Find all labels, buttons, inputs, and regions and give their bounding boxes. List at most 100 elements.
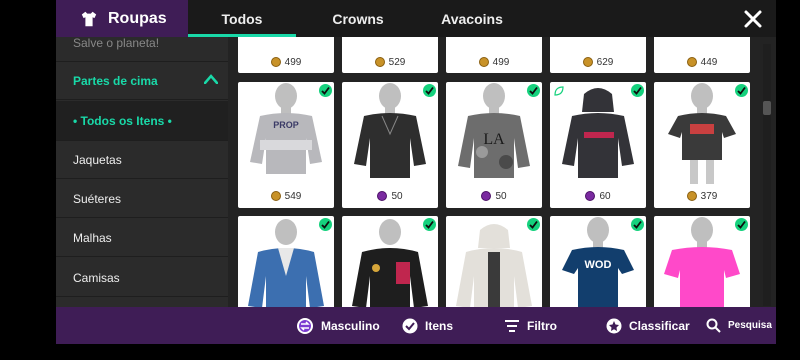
sort-button[interactable]: Classificar xyxy=(606,307,690,344)
item-card[interactable] xyxy=(342,216,438,307)
pesquisa-label: Pesquisa xyxy=(728,320,772,331)
category-header: Roupas xyxy=(56,0,188,37)
item-card[interactable]: 629 xyxy=(550,37,646,73)
sidebar-item-camisas[interactable]: Camisas xyxy=(56,259,228,297)
sidebar-item-label: Malhas xyxy=(73,230,112,245)
tab-avacoins[interactable]: Avacoins xyxy=(418,0,526,37)
sidebar-item-label: Salve o planeta! xyxy=(73,37,160,50)
item-card[interactable]: 499 xyxy=(446,37,542,73)
price-tag: 499 xyxy=(446,54,542,70)
owned-items-button[interactable]: Itens xyxy=(402,307,453,344)
crown-currency-icon xyxy=(481,191,492,201)
owned-check-icon xyxy=(631,218,644,231)
price-tag: 50 xyxy=(342,188,438,204)
price-value: 449 xyxy=(700,56,718,68)
price-tag: 499 xyxy=(238,54,334,70)
price-tag: 379 xyxy=(654,188,750,204)
category-title: Roupas xyxy=(108,9,167,27)
tab-crowns[interactable]: Crowns xyxy=(304,0,412,37)
item-card[interactable] xyxy=(446,216,542,307)
shirt-preview xyxy=(668,83,736,184)
shirt-preview: PROP xyxy=(250,83,322,174)
filter-button[interactable]: Filtro xyxy=(504,307,557,344)
itens-label: Itens xyxy=(425,318,454,333)
tab-todos[interactable]: Todos xyxy=(188,0,296,37)
price-tag: 549 xyxy=(238,188,334,204)
avacoin-icon xyxy=(270,57,281,67)
shirt-preview xyxy=(562,88,634,178)
price-value: 529 xyxy=(388,56,406,68)
owned-check-icon xyxy=(423,218,436,231)
price-value: 499 xyxy=(284,56,302,68)
check-circle-icon xyxy=(402,318,418,333)
sidebar-item-label: Camisas xyxy=(73,270,120,285)
price-tag: 529 xyxy=(342,54,438,70)
item-card[interactable]: 449 xyxy=(654,37,750,73)
category-sidebar: Salve o planeta! Partes de cima • Todos … xyxy=(56,37,228,307)
tab-label: Crowns xyxy=(332,10,384,27)
chevron-up-icon xyxy=(204,74,218,84)
owned-check-icon xyxy=(631,84,644,97)
avacoin-icon xyxy=(582,57,593,67)
crown-currency-icon xyxy=(377,191,388,201)
shirt-preview xyxy=(352,219,428,307)
shirt-preview: WOD xyxy=(562,217,634,307)
shirt-preview xyxy=(456,224,532,307)
item-card[interactable] xyxy=(654,216,750,307)
shirt-preview: LA xyxy=(458,83,530,178)
item-card[interactable]: WOD xyxy=(550,216,646,307)
gender-switch-icon xyxy=(297,317,313,334)
gender-toggle-button[interactable]: Masculino xyxy=(296,307,380,344)
sort-badge-icon xyxy=(606,318,622,333)
shirt-preview xyxy=(664,217,740,307)
shirt-icon xyxy=(81,11,97,26)
owned-check-icon xyxy=(319,84,332,97)
masculino-label: Masculino xyxy=(321,318,380,333)
item-grid: 499 529 499 629 449 PROP 549 50 LA 50 60… xyxy=(238,37,756,307)
owned-check-icon xyxy=(319,218,332,231)
price-value: 499 xyxy=(492,56,510,68)
shirt-graphic-text: PROP xyxy=(273,120,299,130)
price-value: 60 xyxy=(599,190,611,202)
classificar-label: Classificar xyxy=(629,318,690,333)
search-button[interactable]: Pesquisa xyxy=(706,307,772,344)
owned-check-icon xyxy=(527,84,540,97)
avacoin-icon xyxy=(270,191,281,201)
price-value: 629 xyxy=(596,56,614,68)
item-card[interactable] xyxy=(238,216,334,307)
owned-check-icon xyxy=(527,218,540,231)
item-card[interactable]: 379 xyxy=(654,82,750,208)
sidebar-item-todos-os-itens[interactable]: • Todos os Itens • xyxy=(56,101,228,141)
scrollbar-thumb[interactable] xyxy=(763,101,771,115)
shirt-preview xyxy=(354,83,426,178)
price-value: 50 xyxy=(495,190,507,202)
grid-scrollbar[interactable] xyxy=(763,44,771,306)
item-card[interactable]: PROP 549 xyxy=(238,82,334,208)
avacoin-icon xyxy=(478,57,489,67)
tab-label: Avacoins xyxy=(441,10,503,27)
price-tag: 50 xyxy=(446,188,542,204)
price-value: 50 xyxy=(391,190,403,202)
owned-check-icon xyxy=(735,84,748,97)
crown-currency-icon xyxy=(585,191,596,201)
tab-label: Todos xyxy=(221,10,263,27)
sidebar-item-malhas[interactable]: Malhas xyxy=(56,219,228,257)
sidebar-item-partes-de-cima[interactable]: Partes de cima xyxy=(56,62,228,100)
shirt-graphic-text: LA xyxy=(483,131,505,148)
item-card[interactable]: 529 xyxy=(342,37,438,73)
avacoin-icon xyxy=(686,57,697,67)
item-card[interactable]: 50 xyxy=(342,82,438,208)
avacoin-icon xyxy=(686,191,697,201)
item-card[interactable]: 60 xyxy=(550,82,646,208)
price-value: 379 xyxy=(700,190,718,202)
sidebar-item-label: • Todos os Itens • xyxy=(73,113,172,128)
sidebar-item-sueteres[interactable]: Suéteres xyxy=(56,180,228,218)
item-card[interactable]: 499 xyxy=(238,37,334,73)
sidebar-item-jaquetas[interactable]: Jaquetas xyxy=(56,141,228,179)
top-header: Roupas Todos Crowns Avacoins xyxy=(56,0,776,37)
avacoin-icon xyxy=(374,57,385,67)
item-card[interactable]: LA 50 xyxy=(446,82,542,208)
price-tag: 60 xyxy=(550,188,646,204)
sidebar-item-salve[interactable]: Salve o planeta! xyxy=(56,37,228,62)
close-icon[interactable] xyxy=(742,8,764,30)
